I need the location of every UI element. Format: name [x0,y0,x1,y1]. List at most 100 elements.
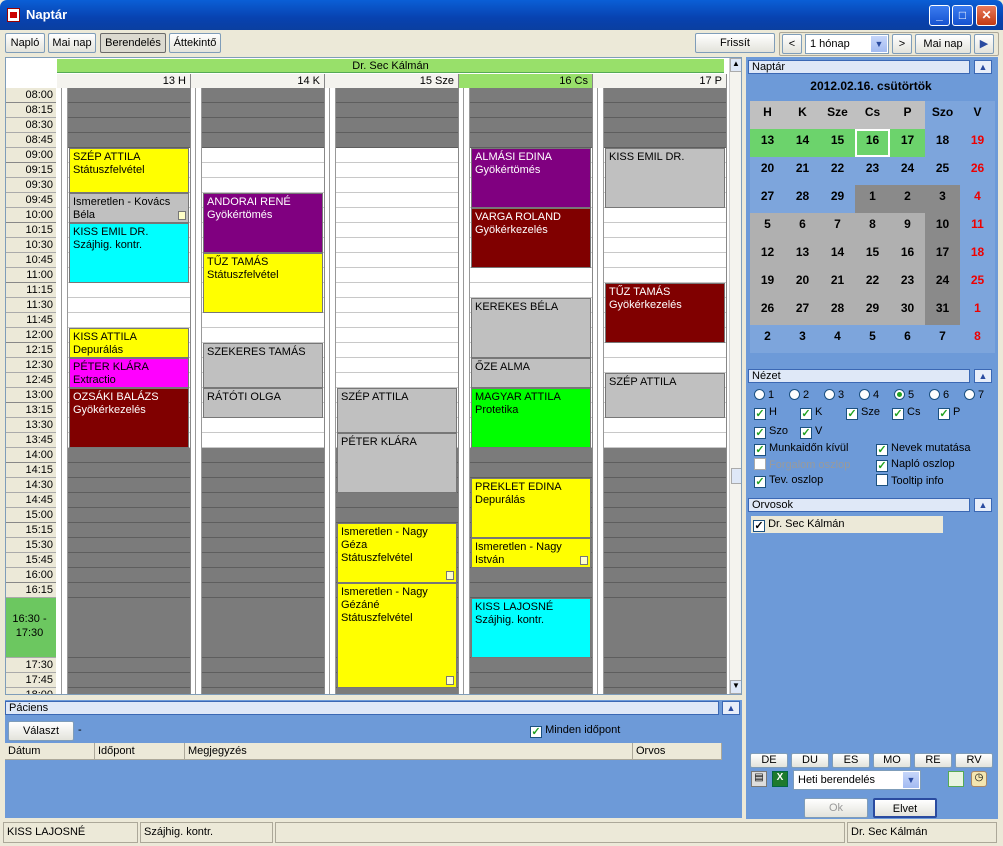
prev-button[interactable]: < [782,34,802,54]
time-slot[interactable] [604,523,726,538]
time-slot[interactable] [336,178,458,193]
time-slot[interactable] [202,163,324,178]
time-slot[interactable] [604,493,726,508]
time-slot[interactable] [68,658,190,673]
mini-day[interactable]: 25 [925,157,960,185]
excel-icon[interactable]: X [772,771,788,787]
time-slot[interactable] [604,688,726,694]
mini-day[interactable]: 4 [960,185,995,213]
time-slot[interactable] [336,118,458,133]
scroll-down-icon[interactable]: ▼ [730,680,741,694]
appointment[interactable]: PÉTER KLÁRA Extractio [69,358,189,388]
mini-day[interactable]: 10 [925,213,960,241]
mini-day[interactable]: 23 [855,157,890,185]
time-slot[interactable] [202,658,324,673]
mini-day[interactable]: 29 [855,297,890,325]
time-slot[interactable] [202,133,324,148]
time-slot[interactable] [202,118,324,133]
time-slot[interactable] [336,373,458,388]
choose-patient-button[interactable]: Választ [8,721,74,741]
time-slot[interactable] [68,673,190,688]
time-slot[interactable] [202,493,324,508]
mini-day[interactable]: 23 [890,269,925,297]
mini-day[interactable]: 12 [750,241,785,269]
time-slot[interactable] [202,688,324,694]
time-slot[interactable] [604,538,726,553]
time-slot[interactable] [68,538,190,553]
time-slot[interactable] [604,118,726,133]
view-radio-4[interactable]: 4 [859,389,879,401]
appointment[interactable]: ŐZE ALMA [471,358,591,388]
time-slot[interactable] [202,148,324,163]
time-slot[interactable] [202,448,324,463]
col-time[interactable]: Időpont [95,743,185,760]
time-slot[interactable] [604,568,726,583]
time-slot[interactable] [202,433,324,448]
mini-day[interactable]: 19 [750,269,785,297]
time-slot[interactable] [68,463,190,478]
mini-day[interactable]: 11 [960,213,995,241]
mini-day[interactable]: 14 [820,241,855,269]
mini-day[interactable]: 6 [890,325,925,353]
day-header[interactable]: 14 K [191,74,325,88]
mini-day[interactable]: 22 [820,157,855,185]
time-slot[interactable] [470,448,592,463]
time-slot[interactable] [68,508,190,523]
view-day-Sze[interactable]: ✓ Sze [846,406,880,420]
view-option[interactable]: Forgalom oszlop [754,458,850,471]
time-slot[interactable] [604,448,726,463]
collapse-icon[interactable]: ▲ [974,60,992,74]
vertical-scrollbar[interactable]: ▲ ▼ [729,58,741,694]
mini-day[interactable]: 15 [855,241,890,269]
mini-day[interactable]: 21 [785,157,820,185]
view-radio-6[interactable]: 6 [929,389,949,401]
day-header[interactable]: 16 Cs [459,74,593,88]
appointment[interactable]: RÁTÓTI OLGA [203,388,323,418]
time-slot[interactable] [68,523,190,538]
collapse-icon[interactable]: ▲ [722,701,740,715]
day-header[interactable]: 13 H [57,74,191,88]
time-slot[interactable] [604,238,726,253]
tab-naplo[interactable]: Napló [5,33,45,53]
range-select[interactable]: 1 hónap ▼ [805,34,889,54]
refresh-button[interactable]: Frissít [695,33,775,53]
time-slot[interactable] [202,538,324,553]
time-slot[interactable] [68,568,190,583]
time-slot[interactable] [470,583,592,598]
day-header[interactable]: 15 Sze [325,74,459,88]
time-slot[interactable] [604,478,726,493]
calendar-icon[interactable] [948,771,964,787]
bottom-tab-rv[interactable]: RV [955,753,993,768]
time-slot[interactable] [68,103,190,118]
time-slot[interactable] [336,103,458,118]
view-day-Cs[interactable]: ✓ Cs [892,406,920,420]
appointment[interactable]: SZÉP ATTILA Státuszfelvétel [69,148,189,193]
mini-day[interactable]: 18 [960,241,995,269]
time-slot[interactable] [336,298,458,313]
view-option[interactable]: ✓ Tev. oszlop [754,474,823,488]
appointment[interactable]: KEREKES BÉLA [471,298,591,358]
mini-day[interactable]: 6 [785,213,820,241]
ok-button[interactable]: Ok [804,798,868,818]
view-day-P[interactable]: ✓ P [938,406,960,420]
view-day-K[interactable]: ✓ K [800,406,822,420]
time-slot[interactable] [336,208,458,223]
time-slot[interactable] [470,268,592,283]
time-slot[interactable] [202,478,324,493]
time-slot[interactable] [604,463,726,478]
time-slot[interactable] [604,508,726,523]
time-slot[interactable] [336,268,458,283]
time-slot[interactable] [604,133,726,148]
bottom-tab-mo[interactable]: MO [873,753,911,768]
appointment[interactable]: KISS LAJOSNÉ Szájhig. kontr. [471,598,591,658]
time-slot[interactable] [604,658,726,673]
mini-day[interactable]: 26 [750,297,785,325]
clock-icon[interactable]: ◷ [971,771,987,787]
mini-day[interactable]: 5 [855,325,890,353]
view-day-Szo[interactable]: ✓ Szo [754,425,788,439]
mini-day[interactable]: 15 [820,129,855,157]
mini-day[interactable]: 24 [925,269,960,297]
time-slot[interactable] [336,508,458,523]
time-slot[interactable] [604,433,726,448]
appointment[interactable]: ANDORAI RENÉ Gyökértömés [203,193,323,253]
